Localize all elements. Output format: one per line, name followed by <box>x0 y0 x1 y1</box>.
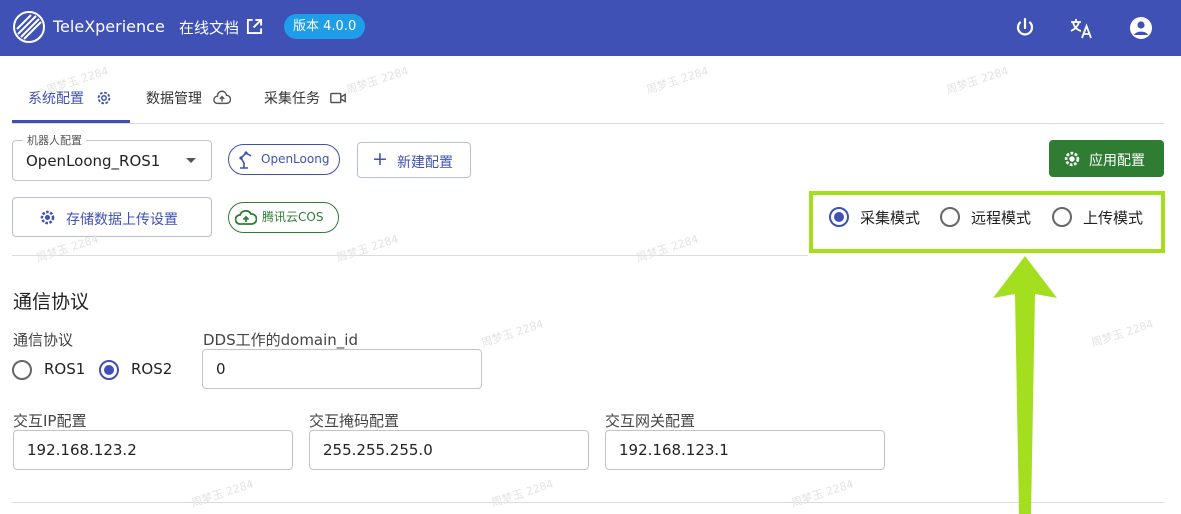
tab-label: 数据管理 <box>146 91 202 107</box>
app-logo-icon <box>13 11 45 43</box>
storage-upload-settings-button[interactable]: 存储数据上传设置 <box>12 197 212 237</box>
new-config-button[interactable]: + 新建配置 <box>357 142 471 178</box>
external-link-icon[interactable] <box>246 18 263 35</box>
version-badge: 版本 4.0.0 <box>284 14 366 39</box>
protocol-label: 通信协议 <box>13 331 74 349</box>
domain-id-label: DDS工作的domain_id <box>203 331 358 349</box>
watermark: 周梦玉 2284 <box>479 317 546 350</box>
protocol-ros1-label[interactable]: ROS1 <box>44 360 85 378</box>
mode-remote-label[interactable]: 远程模式 <box>971 207 1031 228</box>
apply-config-button[interactable]: 应用配置 <box>1049 140 1164 177</box>
config-divider <box>12 255 808 256</box>
protocol-ros2-label[interactable]: ROS2 <box>131 360 172 378</box>
storage-upload-label: 存储数据上传设置 <box>66 212 178 228</box>
power-icon[interactable] <box>1013 16 1037 40</box>
video-camera-icon <box>330 92 346 104</box>
watermark: 周梦玉 2284 <box>344 64 411 97</box>
cloud-upload-icon <box>213 90 231 105</box>
cloud-upload-icon <box>235 209 257 225</box>
robot-config-value: OpenLoong_ROS1 <box>26 152 161 170</box>
translate-icon[interactable] <box>1069 16 1093 40</box>
robot-config-label: 机器人配置 <box>23 132 86 148</box>
annotation-arrow-icon <box>993 256 1057 514</box>
protocol-ros2-radio[interactable] <box>99 360 119 380</box>
gateway-label: 交互网关配置 <box>605 412 696 430</box>
cloud-storage-label: 腾讯云COS <box>262 210 324 224</box>
watermark: 周梦玉 2284 <box>489 477 556 510</box>
robot-type-chip: OpenLoong <box>228 144 340 175</box>
online-docs-link[interactable]: 在线文档 <box>179 17 239 38</box>
watermark: 周梦玉 2284 <box>634 232 701 265</box>
gateway-input[interactable]: 192.168.123.1 <box>605 430 885 470</box>
tab-collection-task[interactable]: 采集任务 <box>264 88 346 122</box>
gear-icon <box>40 210 55 225</box>
plus-icon: + <box>372 148 388 170</box>
cloud-storage-chip: 腾讯云COS <box>228 202 339 233</box>
ip-input[interactable]: 192.168.123.2 <box>13 430 293 470</box>
watermark: 周梦玉 2284 <box>789 477 856 510</box>
watermark: 周梦玉 2284 <box>644 64 711 97</box>
ip-label: 交互IP配置 <box>13 412 87 430</box>
tab-label: 采集任务 <box>264 91 320 107</box>
domain-id-input[interactable]: 0 <box>202 349 482 389</box>
mode-collect-radio[interactable] <box>829 207 849 227</box>
dropdown-caret-icon <box>186 158 196 163</box>
robot-type-label: OpenLoong <box>261 152 330 166</box>
mask-label: 交互掩码配置 <box>309 412 400 430</box>
section-title: 通信协议 <box>13 291 90 313</box>
tab-data-management[interactable]: 数据管理 <box>146 88 231 122</box>
gear-icon <box>1064 151 1080 167</box>
mode-remote-radio[interactable] <box>940 207 960 227</box>
mask-input[interactable]: 255.255.255.0 <box>309 430 589 470</box>
gear-icon <box>97 91 111 105</box>
watermark: 周梦玉 2284 <box>334 232 401 265</box>
mode-upload-label[interactable]: 上传模式 <box>1083 207 1143 228</box>
app-header: TeleXperience 在线文档 版本 4.0.0 <box>0 0 1181 56</box>
watermark: 周梦玉 2284 <box>189 477 256 510</box>
new-config-label: 新建配置 <box>397 155 453 171</box>
app-brand[interactable]: TeleXperience <box>53 17 165 36</box>
mode-collect-label[interactable]: 采集模式 <box>860 207 920 228</box>
robot-config-select[interactable]: 机器人配置 OpenLoong_ROS1 <box>12 132 212 181</box>
watermark: 周梦玉 2284 <box>944 64 1011 97</box>
apply-config-label: 应用配置 <box>1089 153 1145 169</box>
account-icon[interactable] <box>1129 16 1153 40</box>
tabs-divider <box>12 123 1164 124</box>
protocol-ros1-radio[interactable] <box>12 360 32 380</box>
mode-upload-radio[interactable] <box>1052 207 1072 227</box>
robot-arm-icon <box>239 151 252 169</box>
watermark: 周梦玉 2284 <box>1089 317 1156 350</box>
